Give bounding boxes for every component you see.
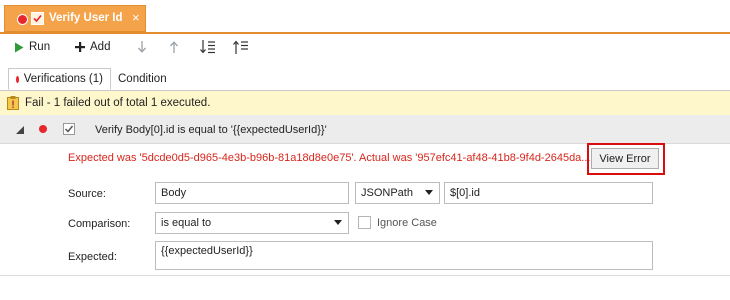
verification-check-icon <box>31 12 44 25</box>
document-tabstrip: Verify User Id × <box>0 0 730 33</box>
add-button[interactable]: Add <box>75 38 110 56</box>
chevron-down-icon <box>425 190 433 195</box>
move-down-button[interactable] <box>137 38 147 56</box>
fail-status-icon <box>17 14 28 25</box>
source-path-field[interactable]: $[0].id <box>444 182 653 204</box>
toolbar: Run Add <box>0 34 730 60</box>
arrow-up-icon <box>170 41 178 53</box>
document-tab[interactable]: Verify User Id × <box>4 5 146 32</box>
error-message: Expected was '5dcde0d5-d965-4e3b-b96b-81… <box>68 152 591 164</box>
plus-icon <box>75 42 85 52</box>
add-label: Add <box>90 41 111 53</box>
status-bar: Fail - 1 failed out of total 1 executed. <box>0 91 730 116</box>
source-type-value: JSONPath <box>361 187 413 199</box>
divider <box>0 275 730 276</box>
move-up-button[interactable] <box>169 38 179 56</box>
comparison-label: Comparison: <box>68 218 131 230</box>
tab-condition[interactable]: Condition <box>111 68 174 90</box>
document-tab-title: Verify User Id <box>49 12 123 24</box>
status-text: Fail - 1 failed out of total 1 executed. <box>25 97 211 109</box>
tab-condition-label: Condition <box>118 73 167 85</box>
tab-verifications[interactable]: Verifications (1) <box>8 68 111 90</box>
view-error-button[interactable]: View Error <box>591 148 659 169</box>
fail-status-dot <box>39 125 47 133</box>
comparison-value: is equal to <box>161 217 212 229</box>
ignore-case-label: Ignore Case <box>377 217 437 229</box>
enabled-checkbox[interactable] <box>63 123 75 135</box>
collapse-all-button[interactable] <box>233 38 249 56</box>
source-type-select[interactable]: JSONPath <box>355 182 440 204</box>
verification-row[interactable]: Verify Body[0].id is equal to '{{expecte… <box>0 115 730 144</box>
collapse-triangle-icon[interactable] <box>16 126 24 134</box>
expected-label: Expected: <box>68 251 117 263</box>
arrow-down-icon <box>138 41 146 53</box>
checkmark-icon <box>64 125 74 133</box>
fail-dot-icon <box>16 75 19 83</box>
ignore-case-checkbox[interactable] <box>358 216 371 229</box>
source-field[interactable]: Body <box>155 182 349 204</box>
expected-field[interactable]: {{expectedUserId}} <box>155 241 653 270</box>
play-icon <box>15 42 24 52</box>
chevron-down-icon <box>334 220 342 225</box>
tab-verifications-label: Verifications (1) <box>23 73 103 85</box>
run-label: Run <box>29 41 51 53</box>
source-label: Source: <box>68 188 106 200</box>
verification-subtabs: Verifications (1) Condition <box>0 60 730 91</box>
verification-title: Verify Body[0].id is equal to '{{expecte… <box>95 124 327 136</box>
sort-descending-button[interactable] <box>200 38 216 56</box>
collapse-list-icon <box>233 40 248 54</box>
run-button[interactable]: Run <box>14 38 50 56</box>
comparison-select[interactable]: is equal to <box>155 212 349 234</box>
sort-descending-icon <box>200 40 215 54</box>
warning-clipboard-icon <box>7 96 19 110</box>
close-tab-icon[interactable]: × <box>132 11 140 25</box>
